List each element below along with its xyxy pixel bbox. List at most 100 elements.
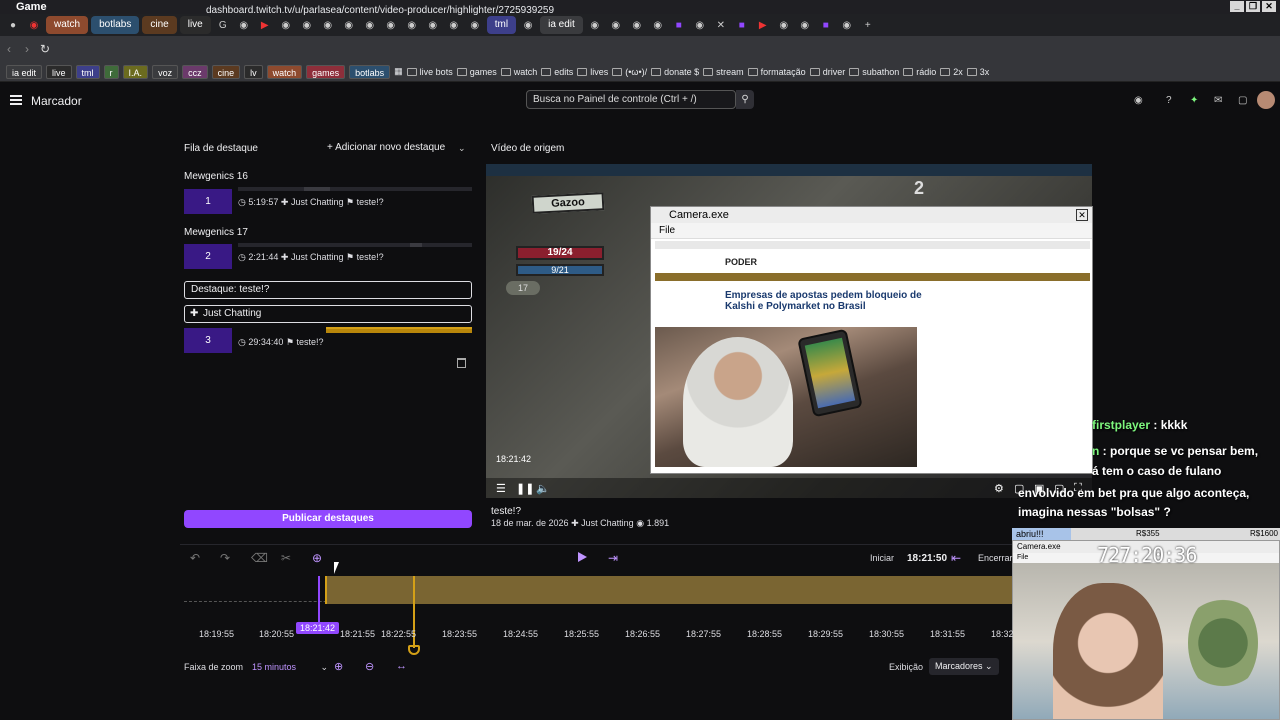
tab-ia-edit[interactable]: ia edit — [540, 16, 583, 34]
bookmark-chip[interactable]: ia edit — [6, 64, 43, 79]
trash-icon[interactable] — [457, 358, 466, 368]
bookmark-chip[interactable]: botlabs — [349, 64, 391, 79]
help-icon[interactable]: ? — [1166, 95, 1172, 106]
apps-icon[interactable]: ▦ — [394, 66, 403, 77]
site-icon[interactable]: ◉ — [382, 16, 400, 34]
bookmark-folder[interactable]: formatação — [747, 67, 806, 77]
bookmark-chip[interactable]: lv — [244, 64, 263, 79]
url-input[interactable]: dashboard.twitch.tv/u/parlasea/content/v… — [206, 5, 554, 16]
youtube-icon[interactable]: ▶ — [256, 16, 274, 34]
bookmark-chip[interactable]: ccz — [182, 64, 208, 79]
browser-logo-icon[interactable]: ● — [4, 16, 22, 34]
site-icon[interactable]: ◉ — [607, 16, 625, 34]
site-icon[interactable]: ◉ — [424, 16, 442, 34]
display-select[interactable]: Marcadores ⌄ — [929, 658, 999, 675]
start-label[interactable]: Iniciar — [870, 553, 894, 563]
tab-botlabs[interactable]: botlabs — [91, 16, 140, 34]
twitch-icon[interactable]: ■ — [817, 16, 835, 34]
site-icon[interactable]: ◉ — [319, 16, 337, 34]
highlight-number[interactable]: 3 — [184, 328, 232, 353]
bookmark-folder[interactable]: live bots — [406, 67, 453, 77]
bookmark-folder[interactable]: watch — [500, 67, 537, 77]
bookmark-folder[interactable]: donate $ — [651, 67, 699, 77]
zoom-range-select[interactable]: 15 minutos ⌄ — [252, 662, 328, 673]
youtube-icon[interactable]: ▶ — [754, 16, 772, 34]
site-icon[interactable]: ◉ — [838, 16, 856, 34]
avatar[interactable] — [1257, 91, 1275, 109]
bookmark-chip[interactable]: cine — [211, 64, 241, 79]
site-icon[interactable]: ◉ — [775, 16, 793, 34]
bookmark-folder[interactable]: driver — [809, 67, 845, 77]
bookmark-folder[interactable]: subathon — [849, 67, 899, 77]
tab-tml[interactable]: tml — [486, 16, 517, 34]
notifications-icon[interactable]: ◉ — [1134, 95, 1143, 106]
bookmark-folder[interactable]: 2x — [940, 67, 963, 77]
bookmark-chip[interactable]: live — [46, 64, 72, 79]
twitch-icon[interactable]: ■ — [670, 16, 688, 34]
site-icon[interactable]: ◉ — [519, 16, 537, 34]
record-icon[interactable]: ◉ — [25, 16, 43, 34]
menu-icon[interactable] — [10, 95, 22, 105]
minimize-icon[interactable]: _ — [1230, 1, 1244, 12]
site-icon[interactable]: ◉ — [235, 16, 253, 34]
bookmark-folder[interactable]: lives — [577, 67, 608, 77]
site-icon[interactable]: ◉ — [403, 16, 421, 34]
bookmark-folder[interactable]: 3x — [966, 67, 989, 77]
site-icon[interactable]: ◉ — [361, 16, 379, 34]
highlight-clip[interactable] — [325, 576, 1012, 604]
site-icon[interactable]: ◉ — [445, 16, 463, 34]
site-icon[interactable]: ◉ — [277, 16, 295, 34]
forward-icon[interactable]: › — [18, 42, 36, 56]
zoom-in-icon[interactable]: ⊕ — [334, 660, 343, 673]
tab-close-icon[interactable]: ✕ — [712, 16, 730, 34]
volume-icon[interactable]: 🔈 — [536, 482, 550, 495]
skip-end-icon[interactable]: ⇥ — [608, 551, 618, 565]
bookmark-folder[interactable]: rádio — [903, 67, 936, 77]
add-highlight-button[interactable]: + Adicionar novo destaque — [327, 142, 445, 153]
back-icon[interactable]: ‹ — [0, 42, 18, 56]
bookmark-folder[interactable]: games — [456, 67, 497, 77]
site-icon[interactable]: ◉ — [628, 16, 646, 34]
settings-icon[interactable]: ⚙ — [994, 482, 1004, 495]
site-icon[interactable]: ◉ — [466, 16, 484, 34]
site-icon[interactable]: ◉ — [796, 16, 814, 34]
site-icon[interactable]: ◉ — [691, 16, 709, 34]
play-icon[interactable] — [578, 552, 587, 562]
bookmark-chip[interactable]: I.A. — [122, 64, 149, 79]
redo-icon[interactable]: ↷ — [220, 551, 230, 565]
twitch-icon[interactable]: ■ — [733, 16, 751, 34]
site-icon[interactable]: ◉ — [649, 16, 667, 34]
search-button[interactable]: ⚲ — [736, 90, 754, 109]
reload-icon[interactable]: ↻ — [36, 42, 54, 56]
whispers-icon[interactable]: ▢ — [1238, 95, 1247, 106]
magic-icon[interactable]: ✦ — [1190, 95, 1198, 106]
site-icon[interactable]: ◉ — [298, 16, 316, 34]
bookmark-chip[interactable]: r — [103, 64, 119, 79]
publish-highlights-button[interactable]: Publicar destaques — [184, 510, 472, 528]
set-start-icon[interactable]: ⇤ — [951, 551, 961, 565]
search-input[interactable]: Busca no Painel de controle (Ctrl + /) — [526, 90, 736, 109]
tab-live[interactable]: live — [179, 16, 211, 34]
bookmark-chip[interactable]: watch — [266, 64, 303, 79]
chevron-down-icon[interactable]: ⌄ — [458, 143, 466, 154]
scissors-icon[interactable]: ✂ — [281, 551, 291, 565]
fit-icon[interactable]: ↔ — [396, 660, 407, 672]
delete-icon[interactable]: ⌫ — [251, 551, 268, 565]
mail-icon[interactable]: ✉ — [1214, 95, 1222, 106]
tab-cine[interactable]: cine — [142, 16, 177, 34]
highlight-title-input[interactable]: Destaque: teste!? — [184, 281, 472, 299]
chapters-icon[interactable]: ☰ — [496, 482, 506, 495]
restore-icon[interactable]: ❐ — [1246, 1, 1260, 12]
highlight-number[interactable]: 2 — [184, 244, 232, 269]
close-icon[interactable]: ✕ — [1262, 1, 1276, 12]
site-icon[interactable]: ◉ — [340, 16, 358, 34]
pause-icon[interactable]: ❚❚ — [516, 482, 534, 495]
bookmark-folder[interactable]: stream — [703, 67, 744, 77]
new-tab-icon[interactable]: + — [859, 16, 877, 34]
bookmark-chip[interactable]: voz — [152, 64, 179, 79]
category-input[interactable]: ✚ Just Chatting — [184, 305, 472, 323]
bookmark-folder[interactable]: edits — [541, 67, 573, 77]
undo-icon[interactable]: ↶ — [190, 551, 200, 565]
add-marker-icon[interactable]: ⊕ — [312, 551, 322, 565]
bookmark-folder[interactable]: (•ω•)/ — [612, 67, 647, 77]
